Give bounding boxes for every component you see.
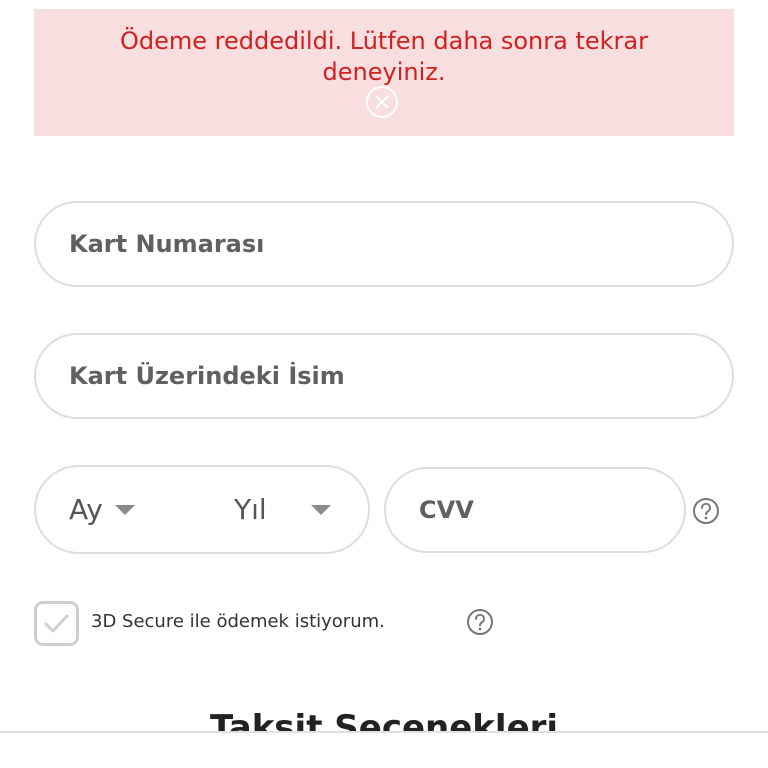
bottom-bar — [0, 731, 768, 768]
card-number-field — [34, 201, 734, 287]
3d-secure-help-icon[interactable] — [466, 608, 494, 636]
payment-page: Ödeme reddedildi. Lütfen daha sonra tekr… — [0, 0, 768, 768]
month-select[interactable]: Ay — [69, 467, 189, 552]
card-number-input[interactable] — [36, 203, 732, 285]
expiry-date-field: Ay Yıl — [34, 465, 370, 554]
3d-secure-checkbox[interactable] — [34, 601, 79, 646]
month-select-label: Ay — [69, 493, 103, 526]
cvv-help-icon[interactable] — [692, 497, 720, 525]
caret-down-icon — [311, 505, 331, 515]
alert-message: Ödeme reddedildi. Lütfen daha sonra tekr… — [120, 27, 648, 86]
card-name-input[interactable] — [36, 335, 732, 417]
cvv-field — [384, 467, 686, 553]
3d-secure-label: 3D Secure ile ödemek istiyorum. — [91, 611, 385, 632]
card-name-field — [34, 333, 734, 419]
year-select[interactable]: Yıl — [234, 467, 344, 552]
cvv-input[interactable] — [386, 469, 684, 551]
close-icon[interactable] — [365, 85, 399, 119]
year-select-label: Yıl — [234, 493, 267, 526]
caret-down-icon — [115, 505, 135, 515]
payment-declined-alert: Ödeme reddedildi. Lütfen daha sonra tekr… — [34, 9, 734, 136]
